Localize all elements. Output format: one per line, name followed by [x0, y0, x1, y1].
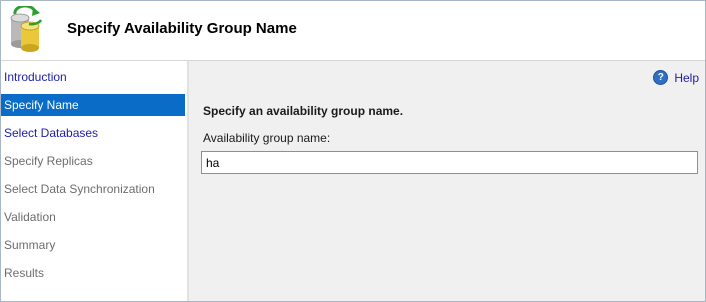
sidebar-item-specify-replicas: Specify Replicas [4, 154, 93, 168]
help-label[interactable]: Help [674, 71, 699, 85]
availability-group-name-label: Availability group name: [203, 131, 331, 145]
instruction-text: Specify an availability group name. [203, 104, 404, 118]
help-link[interactable]: ? Help [653, 70, 699, 85]
sidebar-item-introduction[interactable]: Introduction [1, 66, 185, 88]
sidebar-item-select-databases[interactable]: Select Databases [1, 122, 185, 144]
page-title: Specify Availability Group Name [67, 20, 297, 37]
availability-group-name-input[interactable] [201, 151, 698, 174]
sidebar-item-select-data-synchronization: Select Data Synchronization [4, 182, 155, 196]
wizard-window: Specify Availability Group Name Introduc… [0, 0, 706, 302]
sidebar-item-validation: Validation [4, 210, 56, 224]
header-banner: Specify Availability Group Name [1, 1, 705, 61]
sidebar-item-results: Results [4, 266, 45, 280]
help-icon[interactable]: ? [653, 70, 669, 85]
main-content: ? Help Specify an availability group nam… [189, 61, 705, 301]
wizard-sidebar: Introduction Specify Name Select Databas… [1, 61, 187, 301]
sidebar-item-specify-name[interactable]: Specify Name [1, 94, 185, 116]
sidebar-item-summary: Summary [4, 238, 56, 252]
database-refresh-icon [7, 4, 47, 52]
